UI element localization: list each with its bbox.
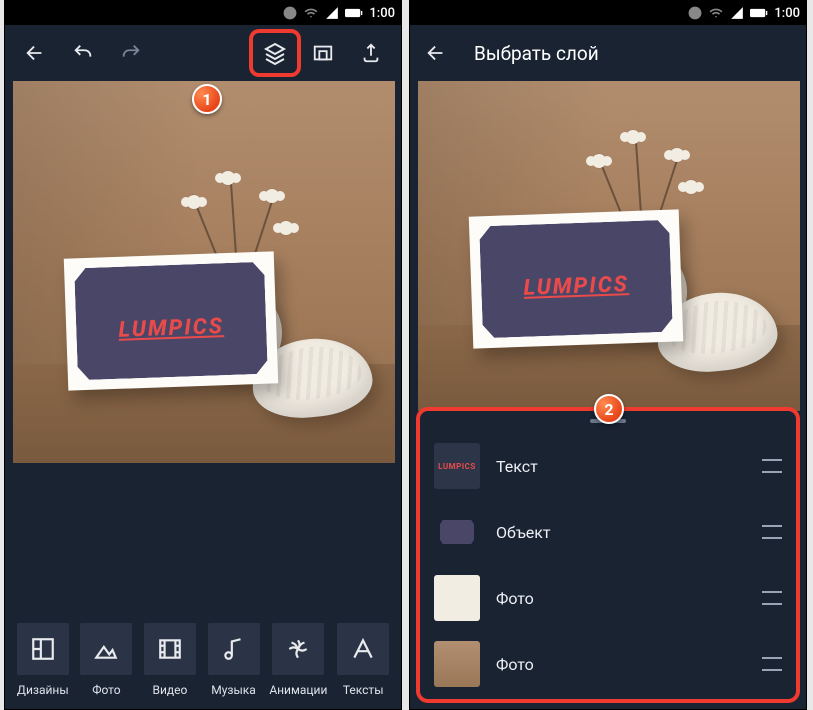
tool-texts[interactable]: Тексты [335,623,391,697]
reorder-handle-icon[interactable] [762,591,782,605]
tool-label: Фото [92,683,120,697]
callout-1: 1 [192,84,222,114]
tool-video[interactable]: Видео [142,623,198,697]
redo-button[interactable] [111,33,151,73]
layer-label: Текст [496,457,746,476]
tool-designs[interactable]: Дизайны [15,623,71,697]
header-title: Выбрать слой [474,42,599,65]
tool-photo[interactable]: Фото [79,623,135,697]
status-time: 1:00 [369,6,395,21]
layers-button[interactable] [255,33,295,73]
layer-label: Фото [496,589,746,608]
export-button[interactable] [351,33,391,73]
bottom-toolbar: Дизайны Фото Видео Музыка Анимации [5,623,401,697]
layer-item-photo[interactable]: Фото [430,565,786,631]
layer-item-photo[interactable]: Фото [430,631,786,697]
back-button[interactable] [416,33,456,73]
resize-button[interactable] [303,33,343,73]
status-bar: 1:00 [410,1,806,25]
editor-canvas[interactable]: LUMPICS [418,81,800,411]
layer-thumb: LUMPICS [434,443,480,489]
battery-icon [750,7,768,19]
layers-header: Выбрать слой [410,25,806,81]
phone-layers: 1:00 Выбрать слой [409,0,807,710]
editor-toolbar [5,25,401,81]
layer-label: Объект [496,523,746,542]
tool-label: Видео [153,683,188,697]
layer-item-object[interactable]: Объект [430,499,786,565]
editor-canvas[interactable]: LUMPICS [13,81,395,463]
tool-label: Музыка [211,683,256,697]
reorder-handle-icon[interactable] [762,459,782,473]
layer-thumb [434,575,480,621]
signal-icon [730,6,744,20]
battery-icon [345,7,363,19]
layer-thumb [434,509,480,555]
wifi-icon [708,6,724,20]
status-bar: 1:00 [5,1,401,25]
undo-button[interactable] [63,33,103,73]
tool-music[interactable]: Музыка [206,623,262,697]
tool-animations[interactable]: Анимации [269,623,327,697]
reorder-handle-icon[interactable] [762,525,782,539]
shazam-icon [688,6,702,20]
shazam-icon [283,6,297,20]
layer-thumb [434,641,480,687]
reorder-handle-icon[interactable] [762,657,782,671]
signal-icon [325,6,339,20]
status-time: 1:00 [774,6,800,21]
layer-item-text[interactable]: LUMPICS Текст [430,433,786,499]
layer-label: Фото [496,655,746,674]
tool-label: Анимации [269,683,327,697]
tool-label: Тексты [343,683,384,697]
callout-2: 2 [594,394,624,424]
wifi-icon [303,6,319,20]
tool-label: Дизайны [17,683,69,697]
layers-panel: LUMPICS Текст Объект Фото Фото [416,407,800,703]
back-button[interactable] [15,33,55,73]
